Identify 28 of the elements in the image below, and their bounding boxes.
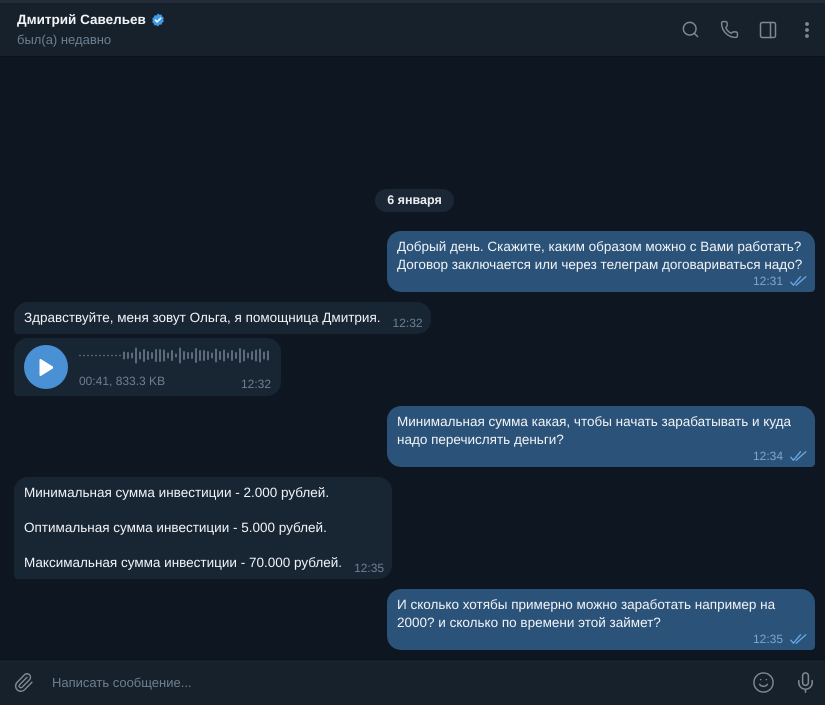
message-text: Минимальная сумма инвестиции - 2.000 рублей. <box>24 484 330 502</box>
smiley-icon <box>752 671 774 694</box>
side-panel-icon <box>758 20 778 40</box>
paperclip-icon <box>12 672 34 693</box>
search-icon <box>680 20 700 39</box>
message-time: 12:32 <box>240 376 271 390</box>
message-time: 12:32 <box>392 316 423 330</box>
microphone-button[interactable] <box>786 660 825 705</box>
message-text: Здравствуйте, меня зовут Ольга, я помощница Дмитрия. <box>24 309 381 327</box>
attach-button[interactable] <box>0 660 46 705</box>
date-divider: 6 января <box>375 189 454 212</box>
message-time: 12:35 <box>354 561 384 575</box>
message-time: 12:34 <box>752 449 783 463</box>
message-text: И сколько хотябы примерно можно заработать например на 2000? и сколько по времени этой займет? <box>397 596 776 632</box>
message-time: 12:31 <box>752 274 783 288</box>
message-text: Максимальная сумма инвестиции - 70.000 рублей. <box>24 554 342 572</box>
message-text: Минимальная сумма какая, чтобы начать зарабатывать и куда надо перечислять деньги? <box>397 413 792 449</box>
message-text: Оптимальная сумма инвестиции - 5.000 рублей. <box>24 519 328 537</box>
voice-info: 00:41, 833.3 KB <box>79 374 166 388</box>
contact-status: был(а) недавно <box>17 32 112 48</box>
phone-icon <box>720 20 738 39</box>
message-text: Добрый день. Скажите, каким образом можно с Вами работать? Договор заключается или через телеграм договариваться надо? <box>397 238 804 274</box>
play-button[interactable] <box>24 345 68 389</box>
contact-name: Дмитрий Савельев <box>17 11 146 28</box>
more-icon <box>805 22 809 38</box>
message-time: 12:35 <box>752 632 783 646</box>
play-icon <box>39 358 53 376</box>
message-input[interactable]: Написать сообщение... <box>46 660 740 705</box>
